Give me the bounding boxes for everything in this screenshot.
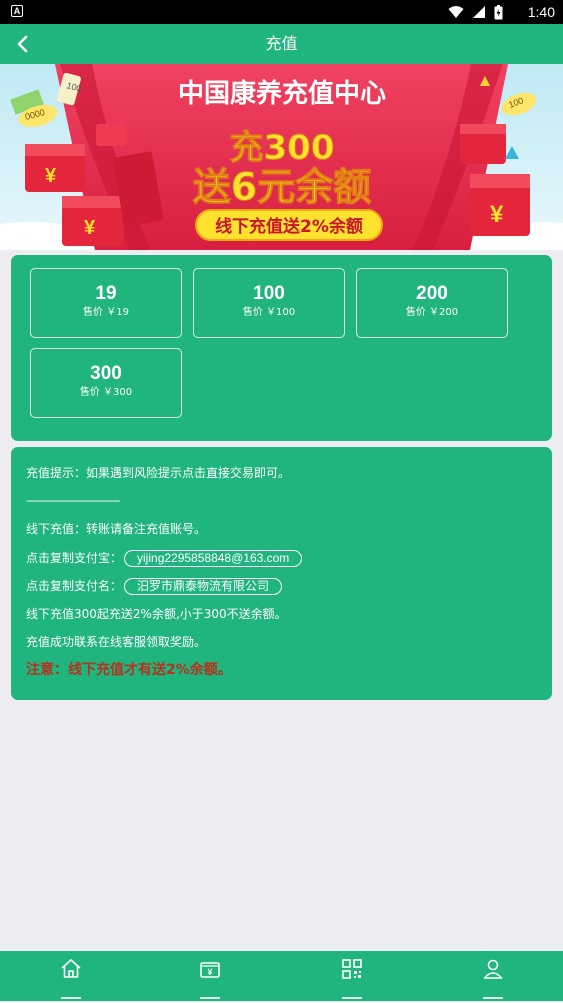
signal-icon bbox=[473, 6, 485, 18]
banner-title: 中国康养充值中心 bbox=[178, 78, 386, 109]
amount-panel: 19 售价 ￥19 100 售价 ￥100 200 售价 ￥200 300 售价… bbox=[11, 255, 552, 441]
notification-icon: A bbox=[11, 5, 23, 17]
amount-option-300[interactable]: 300 售价 ￥300 bbox=[30, 348, 182, 418]
amount-price: 售价 ￥100 bbox=[242, 307, 296, 318]
warning-note: 注意：线下充值才有送2%余额。 bbox=[26, 662, 232, 678]
page-title: 充值 bbox=[265, 34, 298, 53]
alipay-row: 点击复制支付宝： yijing2295858848@163.com bbox=[26, 549, 303, 567]
banner-line2: 送6元余额 bbox=[193, 165, 371, 209]
nav-label-stub bbox=[200, 997, 220, 1003]
amount-option-100[interactable]: 100 售价 ￥100 bbox=[193, 268, 345, 338]
amount-price: 售价 ￥200 bbox=[405, 307, 459, 318]
amount-value: 300 bbox=[90, 363, 122, 384]
battery-charging-icon bbox=[494, 4, 503, 19]
amount-price: 售价 ￥19 bbox=[83, 307, 129, 318]
amount-price: 售价 ￥300 bbox=[79, 387, 133, 398]
banner-ribbon: 线下充值送2%余额 bbox=[215, 216, 363, 237]
home-icon bbox=[61, 959, 81, 978]
svg-text:¥: ¥ bbox=[84, 217, 96, 239]
copy-alipay-button[interactable]: yijing2295858848@163.com bbox=[124, 550, 303, 567]
bottom-nav: ¥ bbox=[0, 951, 563, 1001]
nav-wallet[interactable]: ¥ bbox=[190, 951, 230, 1001]
svg-text:¥: ¥ bbox=[207, 967, 212, 977]
qr-code-icon bbox=[342, 959, 362, 979]
banner-line1: 充300 bbox=[230, 128, 335, 168]
wifi-icon bbox=[448, 6, 464, 18]
nav-user[interactable] bbox=[473, 951, 513, 1001]
recharge-rule: 线下充值300起充送2%余额,小于300不送余额。 bbox=[26, 607, 287, 621]
payee-label: 点击复制支付名： bbox=[26, 579, 123, 593]
alipay-label: 点击复制支付宝： bbox=[26, 551, 123, 565]
nav-label-stub bbox=[342, 997, 362, 1003]
divider: ----------------------------------- bbox=[26, 495, 120, 507]
user-icon bbox=[483, 959, 503, 979]
recharge-info-panel: 充值提示：如果遇到风险提示点击直接交易即可。 -----------------… bbox=[11, 447, 552, 700]
svg-text:¥: ¥ bbox=[490, 201, 504, 228]
amount-option-19[interactable]: 19 售价 ￥19 bbox=[30, 268, 182, 338]
status-bar: A 1:40 bbox=[0, 0, 563, 24]
payee-row: 点击复制支付名： 汨罗市鼎泰物流有限公司 bbox=[26, 577, 283, 595]
status-icons bbox=[448, 4, 503, 20]
status-time: 1:40 bbox=[527, 4, 555, 20]
amount-value: 200 bbox=[416, 283, 448, 304]
amount-option-200[interactable]: 200 售价 ￥200 bbox=[356, 268, 508, 338]
wallet-icon: ¥ bbox=[200, 962, 220, 978]
copy-payee-button[interactable]: 汨罗市鼎泰物流有限公司 bbox=[124, 578, 283, 595]
promo-banner: ¥ ¥ ¥ 中国康养充值中心 充300 送6元余额 线下充值送2%余额 100 … bbox=[0, 64, 563, 250]
nav-qr[interactable] bbox=[332, 951, 372, 1001]
nav-label-stub bbox=[61, 997, 81, 1003]
nav-label-stub bbox=[483, 997, 503, 1003]
recharge-tip: 充值提示：如果遇到风险提示点击直接交易即可。 bbox=[26, 466, 291, 480]
amount-value: 19 bbox=[95, 283, 117, 304]
contact-note: 充值成功联系在线客服领取奖励。 bbox=[26, 635, 207, 649]
app-header: 充值 bbox=[0, 24, 563, 64]
offline-note: 线下充值：转账请备注充值账号。 bbox=[26, 522, 207, 536]
nav-home[interactable] bbox=[51, 951, 91, 1001]
banner-graphic: ¥ ¥ ¥ 中国康养充值中心 充300 送6元余额 线下充值送2%余额 100 … bbox=[0, 64, 563, 250]
amount-value: 100 bbox=[253, 283, 285, 304]
svg-text:¥: ¥ bbox=[45, 165, 57, 187]
